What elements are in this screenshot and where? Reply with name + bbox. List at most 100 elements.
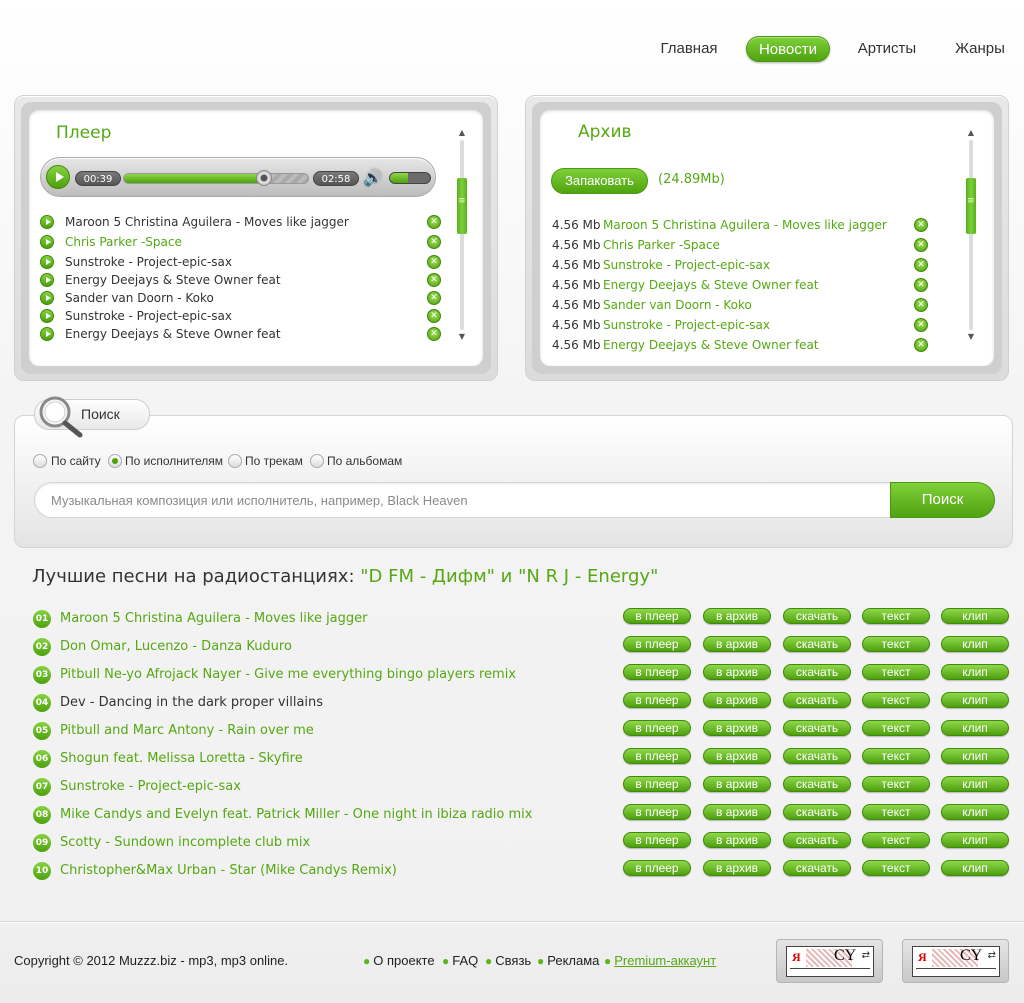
archive-item-title[interactable]: Chris Parker -Space: [603, 236, 720, 254]
remove-icon[interactable]: ✕: [914, 238, 928, 252]
footer-link[interactable]: ● Связь: [485, 953, 531, 968]
play-icon[interactable]: [40, 309, 54, 323]
lyrics-button[interactable]: текст: [862, 636, 930, 652]
scroll-up-icon[interactable]: ▲: [966, 128, 976, 138]
yandex-counter-badge[interactable]: Я CY ⇄: [902, 939, 1009, 983]
scroll-up-icon[interactable]: ▲: [457, 128, 467, 138]
footer-link[interactable]: ● Premium-аккаунт: [604, 953, 716, 968]
footer-link-label[interactable]: FAQ: [452, 953, 478, 968]
radio-site[interactable]: [33, 454, 47, 468]
remove-icon[interactable]: ✕: [427, 255, 441, 269]
lyrics-button[interactable]: текст: [862, 608, 930, 624]
lyrics-button[interactable]: текст: [862, 720, 930, 736]
add-to-player-button[interactable]: в плеер: [623, 776, 691, 792]
footer-link[interactable]: ● Реклама: [537, 953, 599, 968]
download-button[interactable]: скачать: [783, 692, 851, 708]
add-to-player-button[interactable]: в плеер: [623, 636, 691, 652]
clip-button[interactable]: клип: [941, 664, 1009, 680]
song-title[interactable]: Scotty - Sundown incomplete club mix: [60, 834, 310, 852]
lyrics-button[interactable]: текст: [862, 692, 930, 708]
clip-button[interactable]: клип: [941, 692, 1009, 708]
radio-tracks[interactable]: [228, 454, 242, 468]
radio-tracks-label[interactable]: По трекам: [245, 454, 303, 468]
player-track-row[interactable]: Sunstroke - Project-epic-sax ✕: [40, 253, 446, 271]
remove-icon[interactable]: ✕: [914, 218, 928, 232]
clip-button[interactable]: клип: [941, 860, 1009, 876]
add-to-player-button[interactable]: в плеер: [623, 860, 691, 876]
player-track-row[interactable]: Energy Deejays & Steve Owner feat ✕: [40, 271, 446, 289]
song-title[interactable]: Christopher&Max Urban - Star (Mike Candy…: [60, 862, 397, 880]
lyrics-button[interactable]: текст: [862, 748, 930, 764]
archive-item-title[interactable]: Sunstroke - Project-epic-sax: [603, 256, 770, 274]
download-button[interactable]: скачать: [783, 664, 851, 680]
clip-button[interactable]: клип: [941, 776, 1009, 792]
download-button[interactable]: скачать: [783, 636, 851, 652]
song-title[interactable]: Maroon 5 Christina Aguilera - Moves like…: [60, 610, 368, 628]
clip-button[interactable]: клип: [941, 636, 1009, 652]
volume-slider[interactable]: [389, 172, 431, 184]
lyrics-button[interactable]: текст: [862, 804, 930, 820]
player-track-row[interactable]: Sander van Doorn - Koko ✕: [40, 289, 446, 307]
player-track-row[interactable]: Maroon 5 Christina Aguilera - Moves like…: [40, 213, 446, 231]
clip-button[interactable]: клип: [941, 608, 1009, 624]
song-title[interactable]: Pitbull and Marc Antony - Rain over me: [60, 722, 314, 740]
progress-bar[interactable]: [123, 173, 309, 184]
play-icon[interactable]: [40, 327, 54, 341]
add-to-archive-button[interactable]: в архив: [703, 692, 771, 708]
add-to-archive-button[interactable]: в архив: [703, 832, 771, 848]
remove-icon[interactable]: ✕: [427, 291, 441, 305]
player-track-row[interactable]: Sunstroke - Project-epic-sax ✕: [40, 307, 446, 325]
remove-icon[interactable]: ✕: [427, 327, 441, 341]
add-to-archive-button[interactable]: в архив: [703, 860, 771, 876]
footer-link[interactable]: ● О проекте: [363, 953, 435, 968]
add-to-player-button[interactable]: в плеер: [623, 804, 691, 820]
volume-icon[interactable]: 🔊: [363, 168, 385, 188]
archive-row[interactable]: 4.56 Mb Sander van Doorn - Koko ✕: [552, 296, 932, 314]
play-icon[interactable]: [40, 273, 54, 287]
lyrics-button[interactable]: текст: [862, 832, 930, 848]
add-to-player-button[interactable]: в плеер: [623, 692, 691, 708]
archive-row[interactable]: 4.56 Mb Sunstroke - Project-epic-sax ✕: [552, 256, 932, 274]
pack-button[interactable]: Запаковать: [551, 168, 648, 194]
add-to-player-button[interactable]: в плеер: [623, 664, 691, 680]
play-icon[interactable]: [40, 235, 54, 249]
scroll-thumb[interactable]: [966, 178, 976, 234]
play-icon[interactable]: [40, 291, 54, 305]
remove-icon[interactable]: ✕: [914, 298, 928, 312]
nav-item-news[interactable]: Новости: [746, 36, 830, 62]
remove-icon[interactable]: ✕: [914, 318, 928, 332]
radio-albums[interactable]: [310, 454, 324, 468]
nav-item-home[interactable]: Главная: [654, 36, 724, 62]
archive-row[interactable]: 4.56 Mb Energy Deejays & Steve Owner feat…: [552, 336, 932, 354]
remove-icon[interactable]: ✕: [427, 273, 441, 287]
play-icon[interactable]: [40, 215, 54, 229]
search-input[interactable]: [34, 482, 892, 518]
radio-artists[interactable]: [108, 454, 122, 468]
nav-item-genres[interactable]: Жанры: [952, 36, 1008, 62]
add-to-player-button[interactable]: в плеер: [623, 832, 691, 848]
scroll-down-icon[interactable]: ▼: [457, 332, 467, 342]
footer-link-label[interactable]: Premium-аккаунт: [614, 953, 716, 968]
add-to-player-button[interactable]: в плеер: [623, 748, 691, 764]
archive-row[interactable]: 4.56 Mb Chris Parker -Space ✕: [552, 236, 932, 254]
song-title[interactable]: Sunstroke - Project-epic-sax: [60, 778, 241, 796]
download-button[interactable]: скачать: [783, 748, 851, 764]
song-title[interactable]: Dev - Dancing in the dark proper villain…: [60, 694, 323, 712]
player-track-row[interactable]: Energy Deejays & Steve Owner feat ✕: [40, 325, 446, 343]
lyrics-button[interactable]: текст: [862, 776, 930, 792]
add-to-archive-button[interactable]: в архив: [703, 748, 771, 764]
archive-row[interactable]: 4.56 Mb Maroon 5 Christina Aguilera - Mov…: [552, 216, 932, 234]
download-button[interactable]: скачать: [783, 860, 851, 876]
footer-link-label[interactable]: Связь: [495, 953, 531, 968]
song-title[interactable]: Don Omar, Lucenzo - Danza Kuduro: [60, 638, 292, 656]
clip-button[interactable]: клип: [941, 804, 1009, 820]
add-to-archive-button[interactable]: в архив: [703, 636, 771, 652]
song-title[interactable]: Pitbull Ne-yo Afrojack Nayer - Give me e…: [60, 666, 516, 684]
yandex-counter-badge[interactable]: Я CY ⇄: [776, 939, 883, 983]
download-button[interactable]: скачать: [783, 776, 851, 792]
footer-link-label[interactable]: О проекте: [373, 953, 434, 968]
footer-link-label[interactable]: Реклама: [547, 953, 599, 968]
player-track-row[interactable]: Chris Parker -Space ✕: [40, 233, 446, 251]
archive-row[interactable]: 4.56 Mb Sunstroke - Project-epic-sax ✕: [552, 316, 932, 334]
remove-icon[interactable]: ✕: [914, 338, 928, 352]
